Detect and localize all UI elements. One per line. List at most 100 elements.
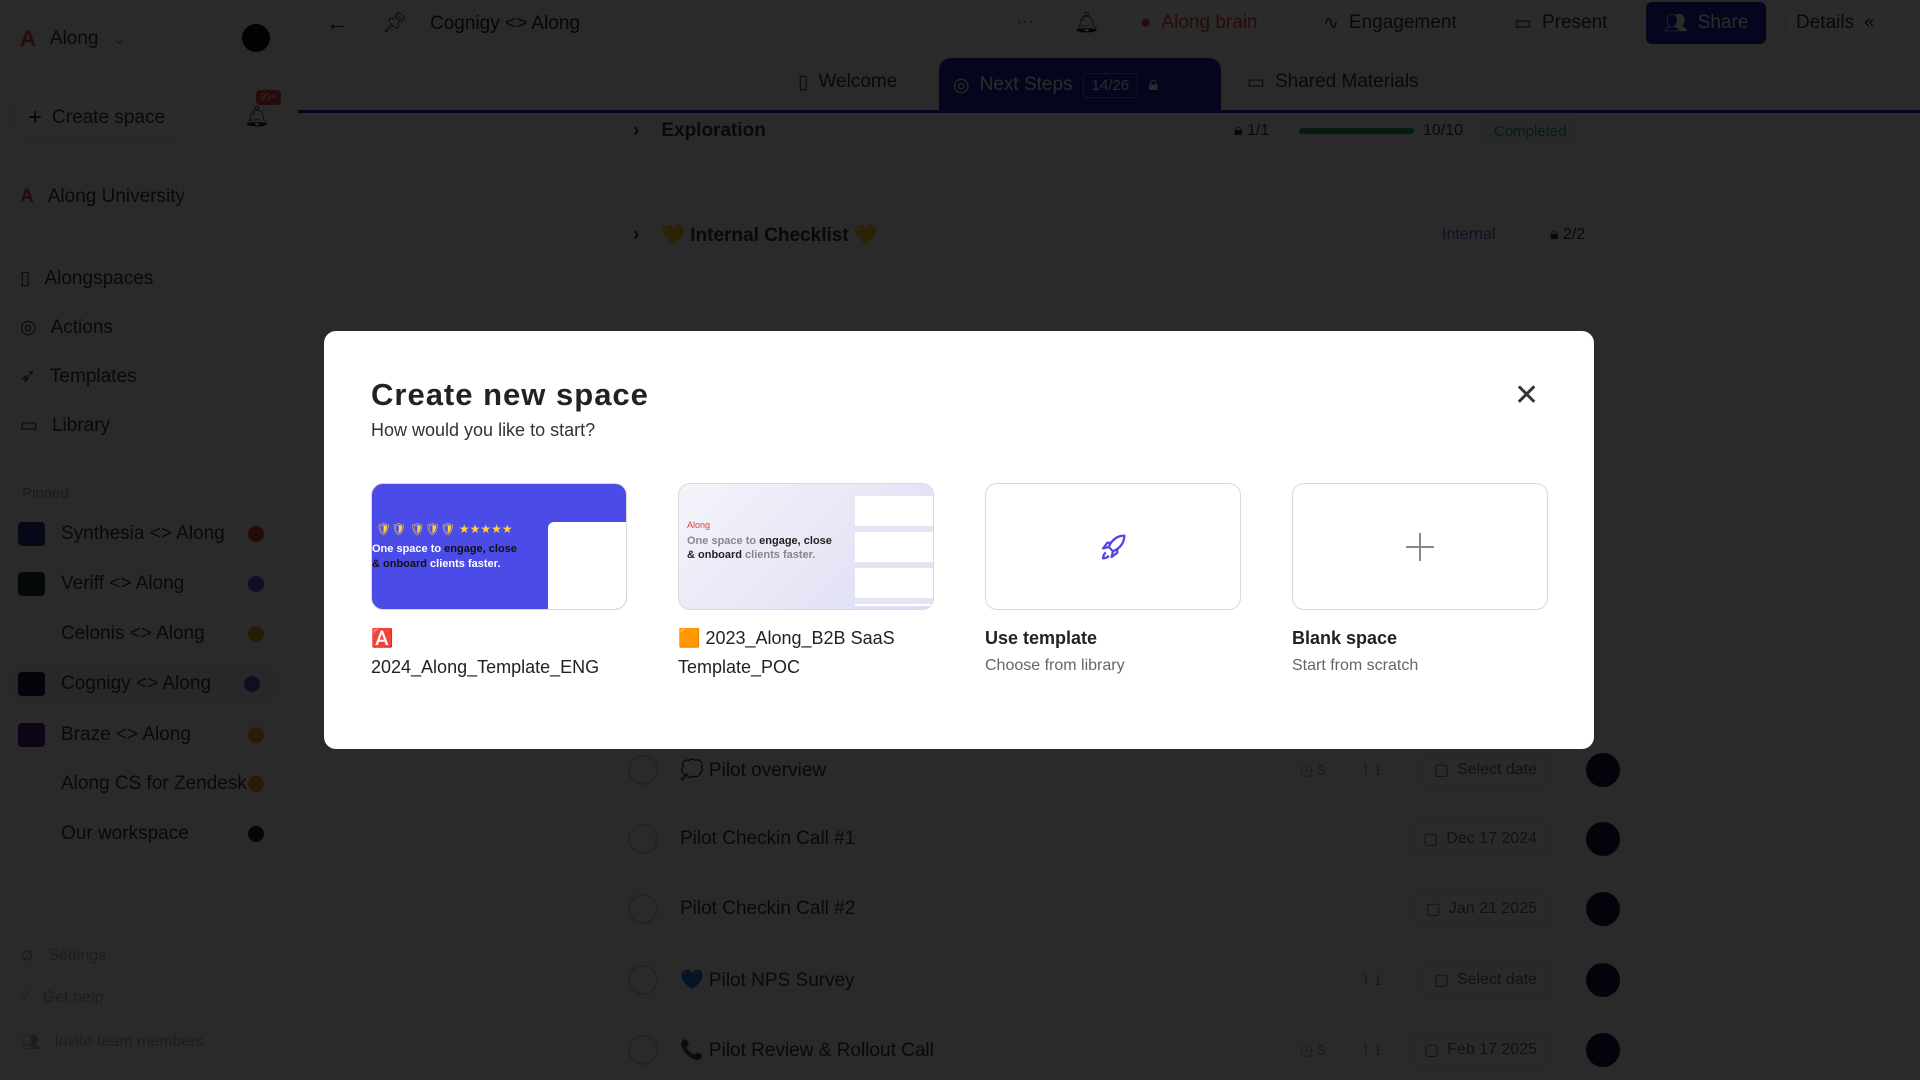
sidebar-settings[interactable]: ⚙ Settings (20, 946, 106, 966)
along-university-link[interactable]: A Along University (20, 186, 185, 208)
tab-welcome[interactable]: ▯ Welcome (798, 62, 897, 102)
tab-count-badge: 14/26 (1082, 72, 1139, 98)
assignee-avatar[interactable] (1586, 753, 1620, 787)
engagement-button[interactable]: ∿ Engagement (1312, 6, 1468, 40)
space-logo-icon (18, 822, 45, 846)
brain-icon: ● (1140, 12, 1152, 33)
assignee-avatar[interactable] (1586, 1033, 1620, 1067)
sidebar-item-alongspaces[interactable]: ▯ Alongspaces (20, 267, 153, 290)
pinned-space-item[interactable]: Along CS for Zendesk (18, 772, 278, 796)
space-logo-icon (18, 622, 45, 646)
internal-tag: Internal (1442, 226, 1496, 243)
pinned-space-item[interactable]: Our workspace (18, 822, 278, 846)
along-logo-icon: A (20, 186, 34, 207)
create-space-modal: Create new space How would you like to s… (324, 331, 1594, 749)
preview-screenshot (855, 496, 933, 606)
template-label[interactable]: 🟧 2023_Along_B2B SaaS Template_POC (678, 624, 934, 682)
file-icon: ▯ (798, 71, 809, 93)
date-picker[interactable]: ▢ Select date (1420, 753, 1550, 787)
calendar-icon: ▢ (1424, 1042, 1440, 1059)
template-card-2023[interactable]: Along One space to engage, close & onboa… (678, 483, 934, 610)
pinned-space-item[interactable]: Synthesia <> Along (18, 522, 278, 546)
bell-icon[interactable]: 🔔︎ (1074, 10, 1099, 35)
task-row[interactable]: 💭 Pilot overview ◷ 3 ⌇ 1 ▢ Select date (600, 752, 1640, 788)
lock-icon: 🔒︎ (1234, 122, 1243, 139)
task-row[interactable]: Pilot Checkin Call #2 ▢ Jan 21 2025 (600, 891, 1640, 927)
tab-next-steps[interactable]: ◎ Next Steps 14/26 🔒︎ (939, 58, 1221, 112)
folder-icon: ▭ (20, 415, 38, 436)
space-title[interactable]: Cognigy <> Along (430, 13, 580, 35)
assignee-avatar[interactable] (1586, 963, 1620, 997)
sidebar-get-help[interactable]: ? Get help (20, 989, 103, 1007)
space-logo-icon (18, 723, 45, 747)
user-avatar[interactable] (242, 24, 270, 52)
date-picker[interactable]: ▢ Jan 21 2025 (1412, 892, 1550, 926)
sidebar-invite-members[interactable]: 👥︎ Invite team members (20, 1032, 204, 1052)
section-exploration[interactable]: › Exploration 🔒︎ 1/1 10/10 Completed (600, 116, 1640, 146)
template-emoji-icon: 🟧 (678, 628, 701, 648)
pinned-space-item[interactable]: Braze <> Along (18, 723, 278, 747)
date-picker[interactable]: ▢ Select date (1420, 963, 1550, 997)
task-row[interactable]: 💙 Pilot NPS Survey ⌇ 1 ▢ Select date (600, 962, 1640, 998)
more-icon[interactable]: ⋯ (1016, 12, 1034, 33)
owner-dot-icon (248, 776, 264, 792)
along-brain-button[interactable]: ● Along brain (1130, 6, 1268, 40)
share-button[interactable]: 👥︎ Share (1646, 2, 1766, 44)
calendar-icon: ▢ (1425, 901, 1441, 918)
folder-icon: ▭ (1247, 71, 1265, 93)
status-badge: Completed (1482, 118, 1579, 144)
space-logo-icon (18, 672, 45, 696)
gear-icon: ⚙ (20, 948, 35, 965)
pinned-space-item[interactable]: Celonis <> Along (18, 622, 278, 646)
blank-space-card[interactable] (1292, 483, 1548, 610)
template-label[interactable]: 🅰️ 2024_Along_Template_ENG (371, 624, 627, 682)
date-picker[interactable]: ▢ Feb 17 2025 (1411, 1033, 1550, 1067)
chevrons-left-icon: « (1864, 12, 1875, 33)
owner-dot-icon (248, 826, 264, 842)
task-row[interactable]: 📞 Pilot Review & Rollout Call ◷ 3 ⌇ 1 ▢ Feb … (600, 1032, 1640, 1068)
along-logo-icon: A (20, 26, 36, 51)
pin-icon[interactable]: 📌︎ (382, 10, 407, 35)
progress-bar (1299, 128, 1414, 134)
paperclip-icon: ⌇ (1362, 762, 1370, 779)
task-row[interactable]: Pilot Checkin Call #1 ▢ Dec 17 2024 (600, 821, 1640, 857)
back-icon[interactable]: ← (326, 10, 348, 36)
close-icon[interactable]: ✕ (1514, 381, 1539, 411)
users-icon: 👥︎ (20, 1034, 41, 1051)
task-checkbox[interactable] (628, 894, 658, 924)
notifications-button[interactable]: 🔔︎ 99+ (242, 90, 281, 134)
sidebar: A Along ⌄ + Create space 🔔︎ 99+ A Along … (0, 0, 296, 1080)
owner-dot-icon (248, 727, 264, 743)
chevron-down-icon: ⌄ (112, 31, 126, 48)
task-checkbox[interactable] (628, 1035, 658, 1065)
task-checkbox[interactable] (628, 965, 658, 995)
file-icon: ▯ (20, 268, 31, 289)
tab-underline (298, 110, 1920, 113)
section-internal-checklist[interactable]: › 💛 Internal Checklist 💛 Internal 🔒︎ 2/2 (600, 220, 1640, 250)
pinned-space-item[interactable]: Cognigy <> Along (14, 664, 274, 704)
assignee-avatar[interactable] (1586, 822, 1620, 856)
use-template-card[interactable] (985, 483, 1241, 610)
owner-dot-icon (248, 626, 264, 642)
space-logo-icon (18, 522, 45, 546)
sidebar-item-actions[interactable]: ◎ Actions (20, 316, 113, 339)
lock-icon: 🔒︎ (1550, 226, 1559, 243)
template-card-2024[interactable]: 🛡︎🛡︎ 🛡︎🛡︎🛡︎ ★★★★★ One space to engage, c… (371, 483, 627, 610)
workspace-switcher[interactable]: A Along ⌄ (20, 26, 126, 52)
date-picker[interactable]: ▢ Dec 17 2024 (1410, 822, 1550, 856)
task-checkbox[interactable] (628, 824, 658, 854)
sidebar-item-templates[interactable]: ➶ Templates (20, 365, 137, 388)
template-emoji-icon: 🅰️ (371, 628, 394, 648)
task-checkbox[interactable] (628, 755, 658, 785)
check-circle-icon: ◎ (953, 74, 970, 96)
present-button[interactable]: ▭ Present (1503, 6, 1619, 40)
assignee-avatar[interactable] (1586, 892, 1620, 926)
details-button[interactable]: Details « (1785, 6, 1897, 40)
modal-title: Create new space (371, 377, 649, 412)
pinned-space-item[interactable]: Veriff <> Along (18, 572, 278, 596)
users-icon: 👥︎ (1663, 13, 1688, 34)
tab-shared-materials[interactable]: ▭ Shared Materials (1247, 62, 1419, 102)
pinned-label: Pinned (22, 485, 69, 502)
sidebar-item-library[interactable]: ▭ Library (20, 414, 110, 437)
create-space-button[interactable]: + Create space (15, 98, 181, 137)
